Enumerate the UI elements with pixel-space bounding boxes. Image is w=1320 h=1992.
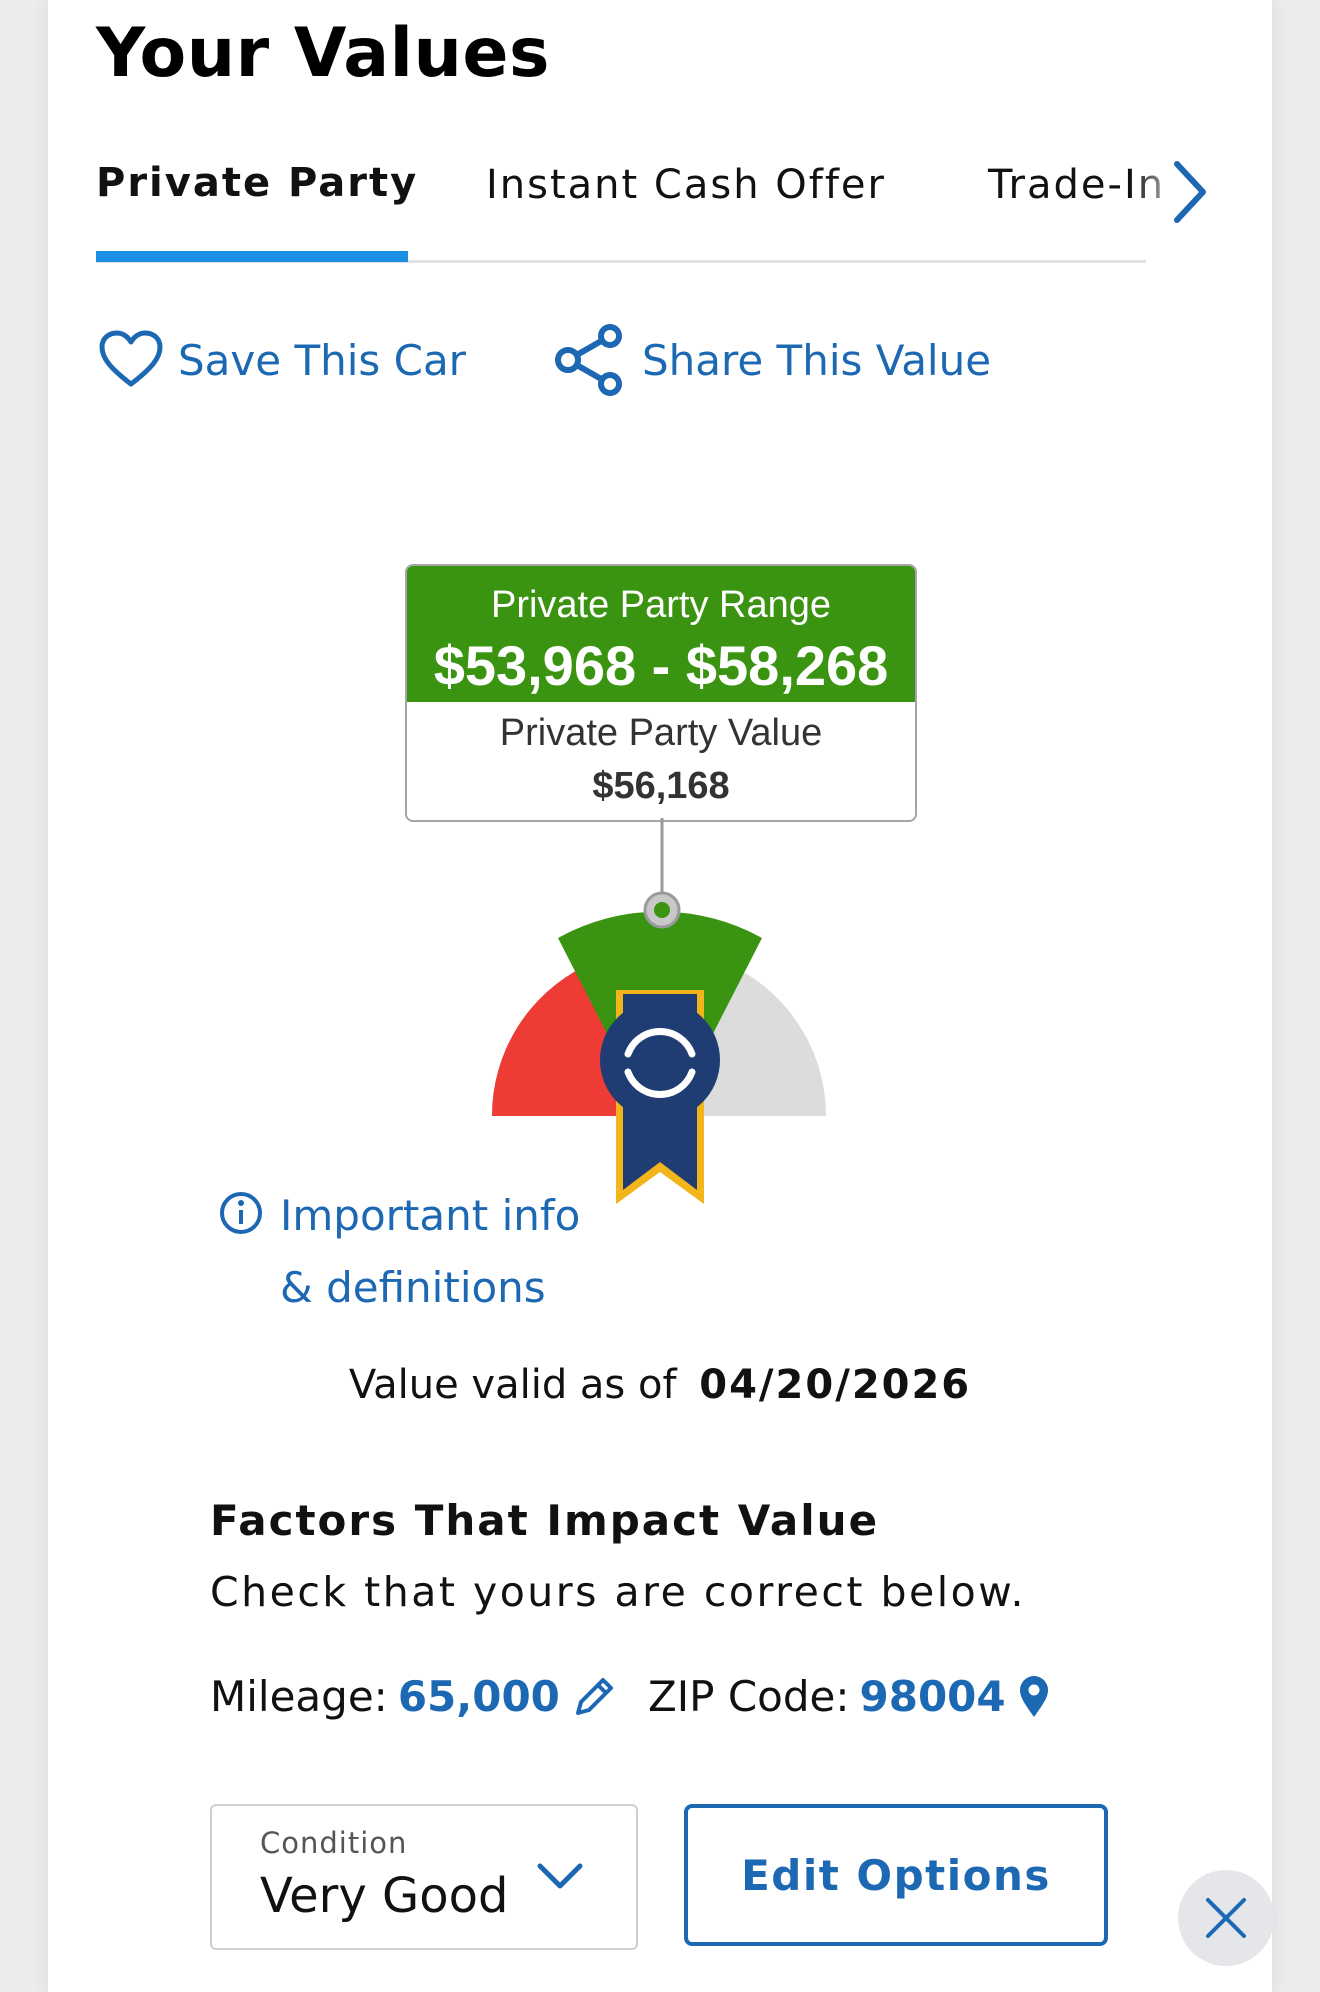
value-tabs: Private Party Instant Cash Offer Trade-I… — [96, 150, 1252, 263]
valid-label: Value valid as of — [348, 1362, 677, 1408]
tab-instant-cash-offer[interactable]: Instant Cash Offer — [486, 162, 886, 208]
mileage-value: 65,000 — [397, 1672, 560, 1721]
condition-value: Very Good — [260, 1868, 509, 1924]
important-info-line2: & definitions — [280, 1263, 546, 1312]
private-party-value-label: Private Party Value — [499, 712, 823, 754]
mileage-field[interactable]: Mileage: 65,000 — [210, 1672, 616, 1721]
range-label: Private Party Range — [490, 584, 832, 626]
chevron-down-icon — [537, 1863, 583, 1889]
info-icon — [220, 1192, 262, 1234]
tab-private-party[interactable]: Private Party — [96, 160, 418, 206]
pencil-icon — [575, 1677, 613, 1715]
private-party-value: $56,168 — [592, 765, 730, 807]
valid-date: 04/20/2026 — [699, 1362, 972, 1408]
mileage-label: Mileage: — [210, 1672, 388, 1721]
factors-title: Factors That Impact Value — [210, 1496, 880, 1545]
value-box: Private Party Range $53,968 - $58,268 Pr… — [405, 564, 917, 822]
save-car-label: Save This Car — [178, 335, 466, 385]
close-button[interactable] — [1178, 1870, 1274, 1966]
factors-subtitle: Check that yours are correct below. — [210, 1568, 1026, 1616]
kbb-badge-icon — [600, 990, 720, 1204]
chevron-right-icon — [1174, 161, 1206, 223]
map-pin-icon — [1019, 1675, 1048, 1717]
share-value-label: Share This Value — [642, 335, 992, 385]
important-info-line1: Important info — [280, 1191, 581, 1240]
condition-select[interactable]: Condition Very Good — [210, 1804, 638, 1950]
range-banner: Private Party Range $53,968 - $58,268 — [407, 566, 915, 702]
share-value-link[interactable]: Share This Value — [552, 324, 992, 396]
condition-label: Condition — [260, 1826, 408, 1860]
page-title: Your Values — [96, 14, 550, 93]
heart-icon — [99, 330, 163, 387]
tabs-scroll-right-button[interactable] — [1165, 152, 1215, 232]
share-icon — [555, 324, 622, 396]
save-car-link[interactable]: Save This Car — [98, 325, 466, 395]
edit-options-button[interactable]: Edit Options — [684, 1804, 1108, 1946]
value-valid-date: Value valid as of 04/20/2026 — [0, 1362, 1320, 1408]
close-icon — [1206, 1898, 1246, 1938]
active-tab-indicator — [96, 251, 408, 262]
value-gauge — [491, 818, 826, 1204]
zip-label: ZIP Code: — [648, 1672, 850, 1721]
zip-code-field[interactable]: ZIP Code: 98004 — [648, 1672, 1050, 1721]
zip-value: 98004 — [859, 1672, 1006, 1721]
range-values: $53,968 - $58,268 — [433, 634, 889, 697]
